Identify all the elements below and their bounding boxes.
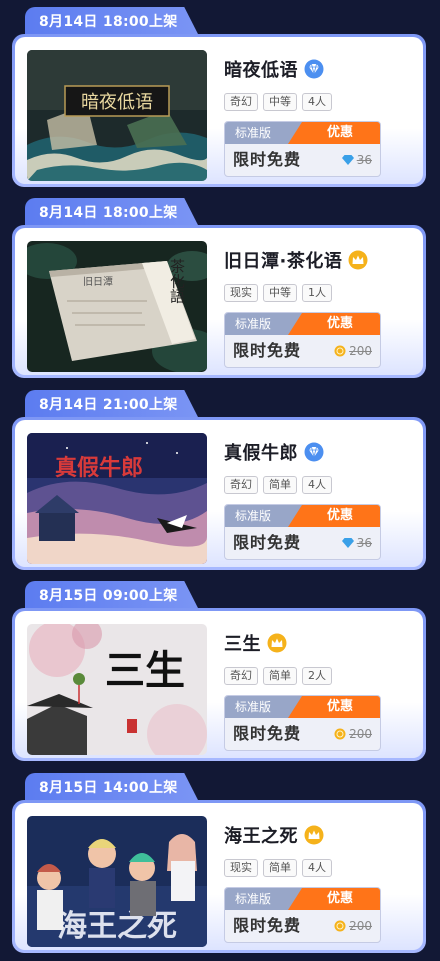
coin-icon bbox=[334, 920, 346, 932]
genre-tag: 现实 bbox=[224, 284, 258, 302]
script-title: 三生 bbox=[224, 634, 261, 655]
diamond-badge-icon bbox=[304, 442, 324, 462]
script-title: 海王之死 bbox=[224, 826, 298, 847]
original-price-value: 36 bbox=[356, 536, 372, 550]
tag-list: 奇幻 简单 2人 bbox=[224, 667, 332, 685]
player-count-tag: 4人 bbox=[302, 93, 332, 111]
discount-label: 优惠 bbox=[288, 313, 380, 335]
original-price: 36 bbox=[341, 144, 372, 176]
tag-list: 奇幻 中等 4人 bbox=[224, 93, 332, 111]
player-count-tag: 1人 bbox=[302, 284, 332, 302]
script-entry: 8月14日 21:00上架 真假牛郎 真假牛郎 奇幻 简单 4人 标准版 优惠 … bbox=[0, 390, 440, 570]
cover-title-text: 茶化語 bbox=[168, 259, 186, 304]
original-price-value: 200 bbox=[349, 919, 372, 933]
price-box[interactable]: 标准版 优惠 限时免费 200 bbox=[224, 695, 381, 751]
free-label: 限时免费 bbox=[233, 150, 302, 169]
player-count-tag: 4人 bbox=[302, 476, 332, 494]
diamond-badge-icon bbox=[304, 59, 324, 79]
coin-icon bbox=[334, 728, 346, 740]
discount-label: 优惠 bbox=[288, 888, 380, 910]
original-price: 200 bbox=[334, 718, 372, 750]
script-entry: 8月14日 18:00上架 暗夜低语 暗夜低语 奇幻 中等 4人 标准版 优惠 … bbox=[0, 7, 440, 187]
free-label: 限时免费 bbox=[233, 916, 302, 935]
original-price: 200 bbox=[334, 335, 372, 367]
script-title: 暗夜低语 bbox=[224, 60, 298, 81]
player-count-tag: 4人 bbox=[302, 859, 332, 877]
price-box[interactable]: 标准版 优惠 限时免费 200 bbox=[224, 312, 381, 368]
original-price-value: 200 bbox=[349, 344, 372, 358]
difficulty-tag: 简单 bbox=[263, 667, 297, 685]
script-cover-image[interactable]: 暗夜低语 bbox=[27, 50, 207, 181]
script-card[interactable]: 旧日潭 茶化語 旧日潭·茶化语 现实 中等 1人 标准版 优惠 限时免费 200 bbox=[12, 225, 426, 378]
difficulty-tag: 中等 bbox=[263, 93, 297, 111]
script-card[interactable]: 真假牛郎 真假牛郎 奇幻 简单 4人 标准版 优惠 限时免费 36 bbox=[12, 417, 426, 570]
free-label: 限时免费 bbox=[233, 533, 302, 552]
price-box[interactable]: 标准版 优惠 限时免费 36 bbox=[224, 121, 381, 177]
tag-list: 现实 中等 1人 bbox=[224, 284, 332, 302]
tag-list: 奇幻 简单 4人 bbox=[224, 476, 332, 494]
cover-subtitle-text: 旧日潭 bbox=[83, 276, 113, 288]
cover-title-text: 海王之死 bbox=[57, 909, 177, 944]
free-label: 限时免费 bbox=[233, 724, 302, 743]
discount-label: 优惠 bbox=[288, 122, 380, 144]
original-price-value: 200 bbox=[349, 727, 372, 741]
free-label: 限时免费 bbox=[233, 341, 302, 360]
diamond-icon bbox=[341, 155, 354, 165]
genre-tag: 奇幻 bbox=[224, 93, 258, 111]
discount-label: 优惠 bbox=[288, 696, 380, 718]
script-cover-image[interactable]: 旧日潭 茶化語 bbox=[27, 241, 207, 372]
original-price: 36 bbox=[341, 527, 372, 559]
discount-label: 优惠 bbox=[288, 505, 380, 527]
genre-tag: 奇幻 bbox=[224, 667, 258, 685]
crown-badge-icon bbox=[348, 250, 368, 270]
script-card[interactable]: 海王之死 海王之死 现实 简单 4人 标准版 优惠 限时免费 200 bbox=[12, 800, 426, 953]
difficulty-tag: 中等 bbox=[263, 284, 297, 302]
script-title: 真假牛郎 bbox=[224, 443, 298, 464]
script-title: 旧日潭·茶化语 bbox=[224, 251, 343, 272]
diamond-icon bbox=[341, 538, 354, 548]
script-cover-image[interactable]: 海王之死 bbox=[27, 816, 207, 947]
script-card[interactable]: 暗夜低语 暗夜低语 奇幻 中等 4人 标准版 优惠 限时免费 36 bbox=[12, 34, 426, 187]
cover-title-text: 暗夜低语 bbox=[81, 92, 153, 113]
original-price: 200 bbox=[334, 910, 372, 942]
script-entry: 8月14日 18:00上架 旧日潭 茶化語 旧日潭·茶化语 现实 中等 1人 标… bbox=[0, 198, 440, 378]
tag-list: 现实 简单 4人 bbox=[224, 859, 332, 877]
original-price-value: 36 bbox=[356, 153, 372, 167]
difficulty-tag: 简单 bbox=[263, 476, 297, 494]
script-cover-image[interactable]: 三生 bbox=[27, 624, 207, 755]
difficulty-tag: 简单 bbox=[263, 859, 297, 877]
price-box[interactable]: 标准版 优惠 限时免费 200 bbox=[224, 887, 381, 943]
coin-icon bbox=[334, 345, 346, 357]
genre-tag: 奇幻 bbox=[224, 476, 258, 494]
crown-badge-icon bbox=[304, 825, 324, 845]
genre-tag: 现实 bbox=[224, 859, 258, 877]
crown-badge-icon bbox=[267, 633, 287, 653]
script-cover-image[interactable]: 真假牛郎 bbox=[27, 433, 207, 564]
player-count-tag: 2人 bbox=[302, 667, 332, 685]
price-box[interactable]: 标准版 优惠 限时免费 36 bbox=[224, 504, 381, 560]
script-card[interactable]: 三生 三生 奇幻 简单 2人 标准版 优惠 限时免费 200 bbox=[12, 608, 426, 761]
script-entry: 8月15日 09:00上架 三生 三生 奇幻 简单 2人 标准版 优惠 限时免费… bbox=[0, 581, 440, 761]
cover-title-text: 三生 bbox=[105, 647, 185, 694]
script-entry: 8月15日 14:00上架 海王之死 海王之死 现实 简单 4人 标准版 优惠 … bbox=[0, 773, 440, 953]
cover-title-text: 真假牛郎 bbox=[55, 455, 143, 481]
